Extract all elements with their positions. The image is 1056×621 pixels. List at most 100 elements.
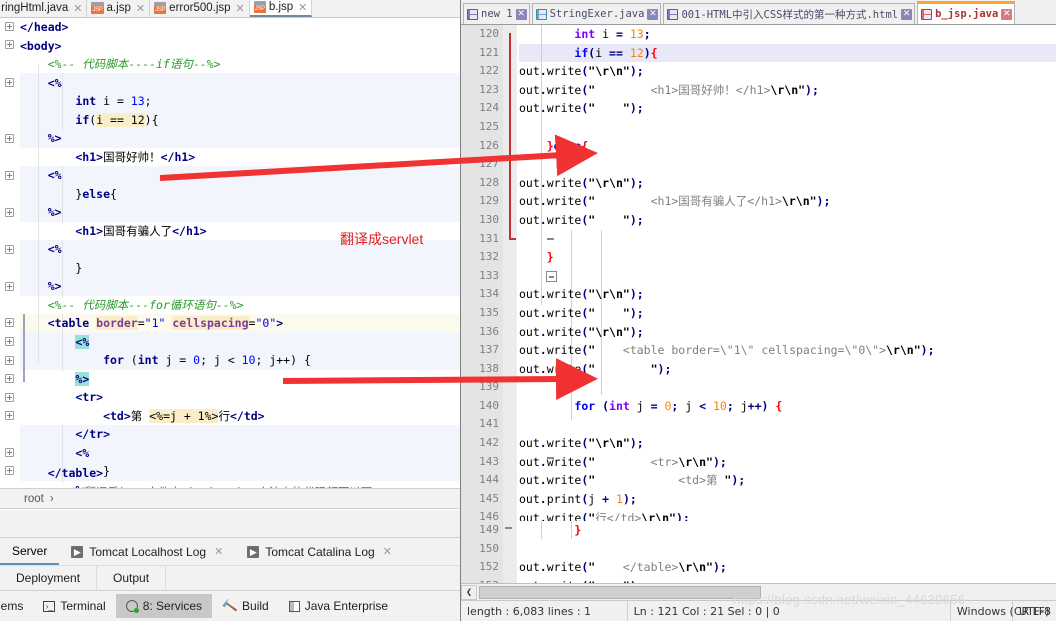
status-item-label: Terminal (60, 599, 106, 613)
fold-marker[interactable] (5, 245, 14, 254)
notepad-tab-001-html-css[interactable]: 001-HTML中引入CSS样式的第一种方式.html ✕ (663, 3, 916, 24)
close-icon[interactable]: ✕ (136, 2, 145, 15)
code-line: out.print(j + 1); (519, 492, 637, 506)
code-line: <% (20, 75, 62, 90)
close-icon[interactable]: ✕ (298, 1, 307, 14)
run-icon: ▶ (247, 545, 260, 558)
services-icon (125, 600, 139, 613)
code-line: out.write(" "); (519, 306, 644, 320)
code-line: %> (20, 481, 460, 489)
servlet-source-editor[interactable]: 120 121 122 123 124 125 126 127 128 129 … (461, 25, 1056, 583)
fold-marker[interactable] (5, 282, 14, 291)
notepad-tab-b-jsp-java[interactable]: b_jsp.java ✕ (917, 1, 1016, 24)
fold-marker[interactable] (5, 134, 14, 143)
fold-marker[interactable] (5, 208, 14, 217)
tool-tab-tomcat-catalina-log[interactable]: ▶ Tomcat Catalina Log ✕ (235, 538, 404, 565)
java-enterprise-icon (288, 600, 300, 612)
fold-marker[interactable] (5, 171, 14, 180)
tool-tab-tomcat-localhost-log[interactable]: ▶ Tomcat Localhost Log ✕ (59, 538, 235, 565)
close-icon[interactable]: ✕ (383, 545, 392, 558)
fold-marker[interactable] (5, 318, 14, 327)
code-line: out.write(" "); (519, 101, 644, 116)
close-icon[interactable]: ✕ (901, 8, 913, 20)
close-icon[interactable]: ✕ (214, 545, 223, 558)
code-line: %> (75, 371, 90, 386)
fold-marker[interactable] (5, 393, 14, 402)
status-item-terminal[interactable]: ›_ Terminal (33, 594, 115, 618)
code-line: <h1>国哥好帅！</h1> (20, 149, 196, 164)
save-disk-icon (467, 8, 478, 20)
tool-tab-label: Tomcat Localhost Log (89, 544, 207, 559)
ide-status-bar: lems ›_ Terminal 8: Services 🔨 Build Jav… (0, 591, 460, 621)
subtab-output[interactable]: Output (97, 566, 167, 590)
editor-fold-gutter[interactable] (0, 18, 20, 488)
close-icon[interactable]: ✕ (515, 8, 527, 20)
code-line: out.write(" <h1>国哥有骗人了</h1>\r\n"); (519, 194, 831, 209)
close-icon[interactable]: ✕ (1001, 8, 1013, 20)
breadcrumb[interactable]: root › (0, 488, 460, 509)
run-icon: ▶ (71, 545, 84, 558)
fold-end-tick (505, 527, 512, 529)
code-line: %> (20, 205, 62, 219)
code-line: out.write(" <table border=\"1\" cellspac… (519, 343, 935, 358)
close-icon[interactable]: ✕ (236, 2, 245, 15)
tool-tab-label: Tomcat Catalina Log (265, 544, 375, 559)
services-tool-window-tabs: Server ▶ Tomcat Localhost Log ✕ ▶ Tomcat… (0, 537, 460, 565)
breadcrumb-item-root[interactable]: root (24, 493, 44, 505)
code-line: <%-- 代码脚本---for循环语句--%> (20, 297, 244, 312)
code-line: <% (20, 445, 90, 460)
code-line: } (20, 260, 83, 275)
chevron-right-icon: › (49, 492, 54, 505)
code-line: out.write(" "); (519, 213, 644, 227)
fold-marker[interactable] (5, 411, 14, 420)
fold-marker[interactable] (5, 337, 14, 346)
status-item-services[interactable]: 8: Services (115, 594, 213, 618)
editor-tab-label: ringHtml.java (1, 2, 69, 14)
fold-marker[interactable] (5, 466, 14, 475)
code-line: </head> (20, 20, 69, 34)
notepad-tab-stringexer-java[interactable]: StringExer.java ✕ (531, 3, 662, 24)
status-length-lines: length : 6,083 lines : 1 (461, 601, 628, 621)
status-item-java-enterprise[interactable]: Java Enterprise (279, 594, 398, 618)
editor-tab-a-jsp[interactable]: JSP a.jsp ✕ (87, 0, 151, 17)
jsp-file-icon: JSP (253, 1, 266, 13)
tool-tab-server[interactable]: Server (0, 538, 60, 565)
fold-marker[interactable] (5, 22, 14, 31)
fold-marker[interactable] (5, 40, 14, 49)
close-icon[interactable]: ✕ (647, 8, 659, 20)
fold-marker[interactable] (5, 78, 14, 87)
editor-tab-label: a.jsp (106, 2, 131, 14)
editor-tab-error500-jsp[interactable]: JSP error500.jsp ✕ (150, 0, 250, 17)
jsp-file-icon: JSP (91, 2, 104, 14)
status-item-problems[interactable]: lems (0, 594, 33, 618)
code-line: out.write("\r\n"); (519, 324, 644, 339)
code-line: int i = 13; (75, 94, 152, 108)
status-item-label: Java Enterprise (304, 599, 389, 613)
fold-marker[interactable] (5, 374, 14, 383)
save-disk-icon-red (921, 8, 933, 20)
code-line: for (int j = 0; j < 10; j++) { (103, 353, 311, 367)
close-icon[interactable]: ✕ (73, 2, 82, 15)
terminal-icon: ›_ (43, 600, 56, 612)
scroll-left-arrow[interactable]: ❮ (461, 584, 477, 600)
status-item-label: lems (0, 599, 24, 613)
jsp-source-editor[interactable]: </head> <body> <%-- 代码脚本----if语句--%> <% … (0, 18, 460, 488)
servlet-editor-last-band[interactable]: 152 153 154 out.write("\r\n"); out.write… (461, 558, 1056, 583)
status-item-build[interactable]: 🔨 Build (212, 594, 279, 618)
code-line: out.write(" "); (519, 361, 672, 376)
scrollbar-thumb[interactable] (479, 586, 761, 599)
fold-marker[interactable] (5, 448, 14, 457)
subtab-deployment[interactable]: Deployment (0, 566, 98, 590)
code-line: out.write("\r\n"); (519, 175, 644, 190)
editor-tab-label: b.jsp (268, 1, 294, 13)
fold-active-line (509, 33, 511, 238)
notepad-tab-new-1[interactable]: new 1 ✕ (463, 3, 530, 24)
editor-tab-b-jsp[interactable]: JSP b.jsp ✕ (249, 0, 313, 17)
notepad-tab-label: b_jsp.java (935, 8, 999, 20)
code-line: }else{ (20, 186, 117, 201)
code-line: <%-- 代码脚本----if语句--%> (20, 57, 221, 71)
jsp-code-content: </head> <body> <%-- 代码脚本----if语句--%> <% … (20, 18, 460, 488)
fold-marker[interactable] (5, 356, 14, 365)
editor-tab-ringhtml-java[interactable]: JSP ringHtml.java ✕ (0, 0, 88, 17)
servlet-code-content: int i = 13; if(i == 12){ out.write("\r\n… (519, 25, 1056, 583)
